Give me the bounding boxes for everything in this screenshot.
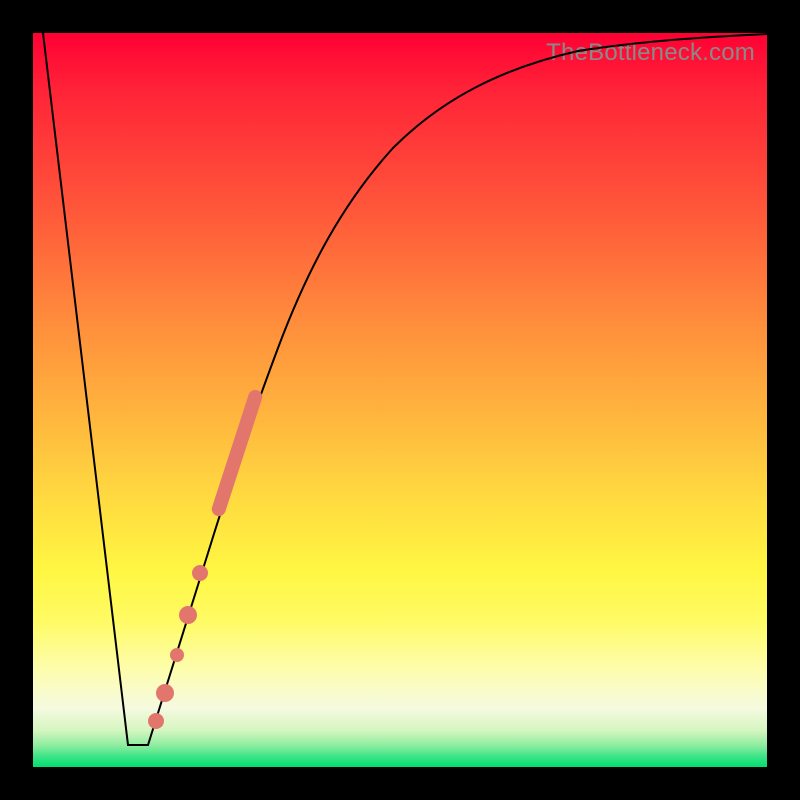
bottleneck-curve <box>43 33 767 745</box>
marker-dot-1 <box>192 565 208 581</box>
marker-dot-3 <box>170 648 184 662</box>
chart-frame: TheBottleneck.com <box>0 0 800 800</box>
marker-dot-4 <box>156 684 174 702</box>
curve-svg <box>33 33 767 767</box>
marker-dot-5 <box>148 713 164 729</box>
plot-area: TheBottleneck.com <box>33 33 767 767</box>
marker-bar <box>210 388 264 518</box>
marker-dot-2 <box>179 606 197 624</box>
